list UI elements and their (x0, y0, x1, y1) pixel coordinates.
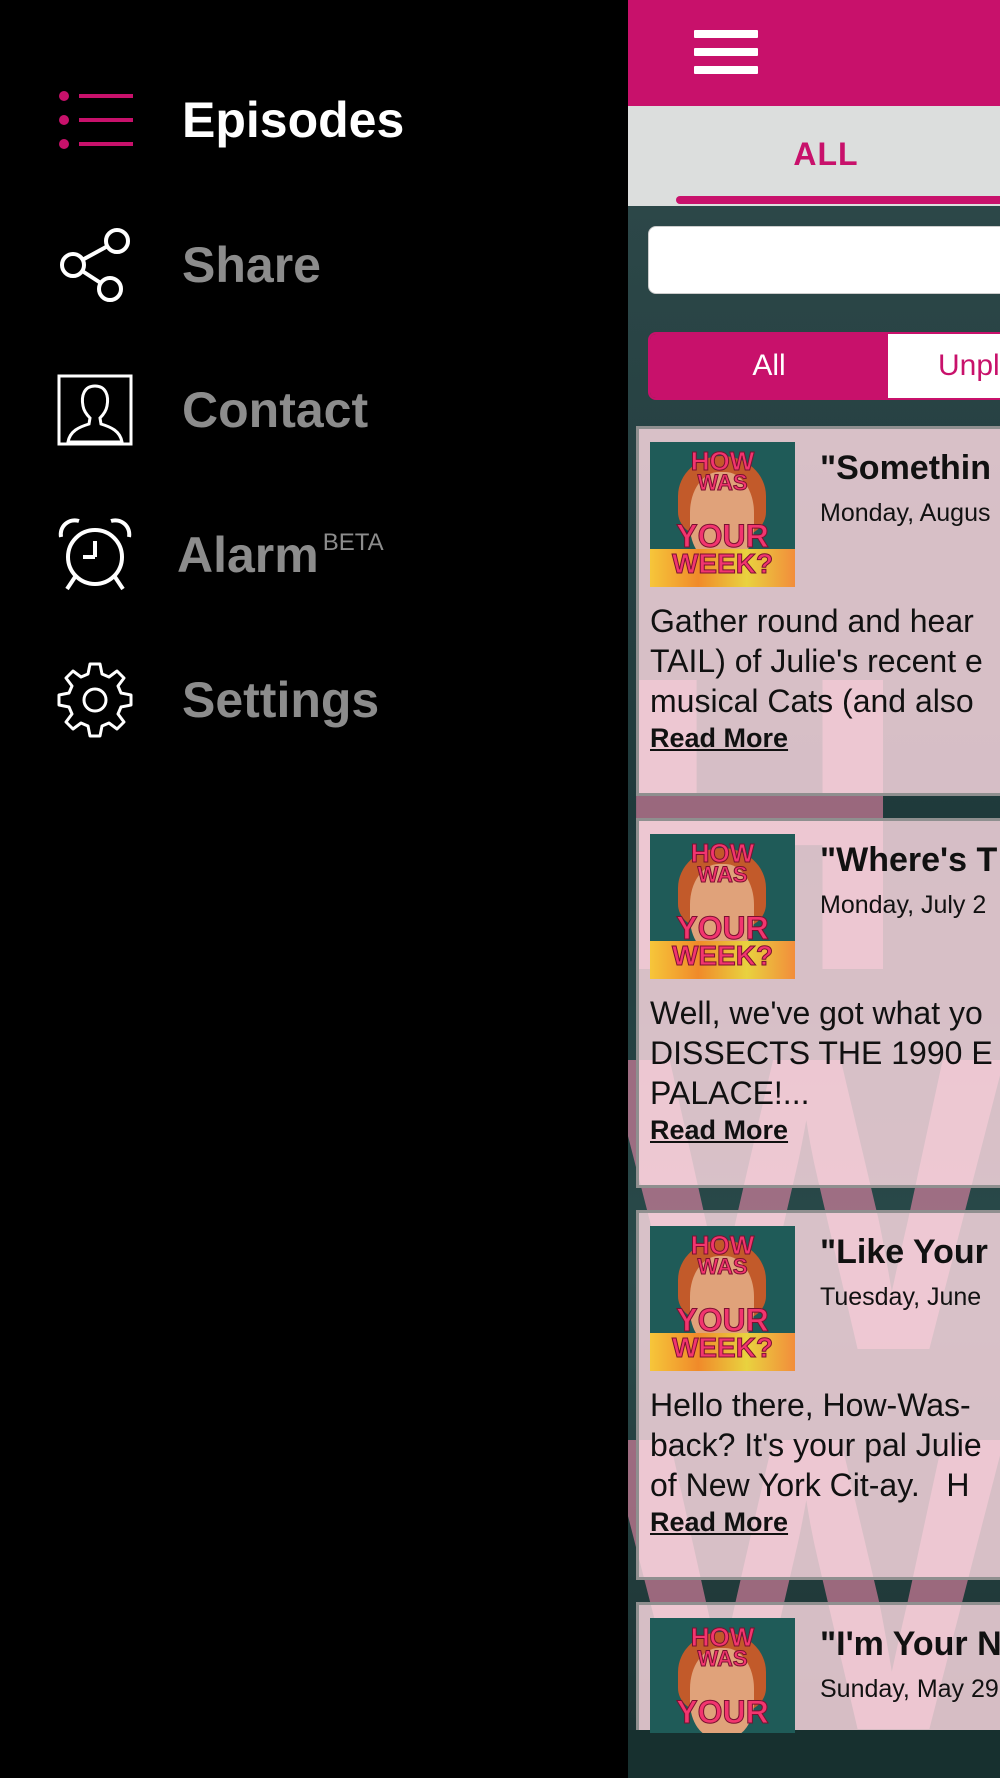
hamburger-icon[interactable] (694, 30, 758, 74)
drawer-item-label: Settings (182, 672, 380, 728)
list-icon (55, 75, 135, 165)
episode-card[interactable]: HOW WAS YOUR WEEK? "Somethin Monday, Aug… (636, 426, 1000, 796)
episode-date: Sunday, May 29 (820, 1675, 999, 1703)
episode-description: Well, we've got what yo DISSECTS THE 199… (650, 995, 993, 1111)
read-more-link[interactable]: Read More (650, 1507, 788, 1538)
top-app-bar (628, 0, 1000, 106)
artwork-text: WAS (697, 1254, 748, 1280)
artwork-text: WEEK? (671, 1332, 774, 1364)
drawer-item-label: Contact (182, 382, 369, 438)
artwork-text: WAS (697, 862, 748, 888)
drawer-item-contact[interactable]: Contact (55, 365, 615, 455)
navigation-drawer: Episodes Share Contact Alarm BETA Settin… (0, 0, 628, 1778)
read-more-link[interactable]: Read More (650, 1115, 788, 1146)
drawer-item-settings[interactable]: Settings (55, 655, 615, 745)
contact-icon (55, 365, 135, 455)
beta-badge: BETA (322, 529, 384, 556)
tab-all[interactable]: ALL (676, 136, 976, 173)
drawer-item-episodes[interactable]: Episodes (55, 75, 615, 165)
alarm-clock-icon (55, 510, 135, 600)
alarm-label-text: Alarm (177, 527, 319, 583)
filter-segmented-control: All Unpl (648, 332, 1000, 400)
drawer-item-label: Episodes (182, 92, 405, 148)
drawer-item-label: Alarm BETA (177, 526, 384, 584)
episode-title: "I'm Your N (820, 1625, 1000, 1663)
artwork-text: WAS (697, 470, 748, 496)
episode-artwork: HOW WAS YOUR (650, 1618, 795, 1733)
episode-artwork: HOW WAS YOUR WEEK? (650, 442, 795, 587)
drawer-item-label: Share (182, 237, 321, 293)
filter-all-button[interactable]: All (650, 334, 888, 398)
episode-artwork: HOW WAS YOUR WEEK? (650, 1226, 795, 1371)
share-icon (55, 220, 135, 310)
read-more-link[interactable]: Read More (650, 723, 788, 754)
artwork-text: WAS (697, 1646, 748, 1672)
episode-description: Gather round and hear TAIL) of Julie's r… (650, 603, 983, 719)
episode-card[interactable]: HOW WAS YOUR WEEK? "Where's T Monday, Ju… (636, 818, 1000, 1188)
episodes-screen: HWW ALL All Unpl HOW WAS YOUR WEEK? "Som… (628, 0, 1000, 1778)
episode-description: Hello there, How-Was- back? It's your pa… (650, 1387, 982, 1503)
episode-artwork: HOW WAS YOUR WEEK? (650, 834, 795, 979)
artwork-text: WEEK? (671, 548, 774, 580)
episode-card[interactable]: HOW WAS YOUR "I'm Your N Sunday, May 29 (636, 1602, 1000, 1733)
gear-icon (55, 655, 135, 745)
episode-date: Tuesday, June (820, 1283, 982, 1311)
episode-date: Monday, July 2 (820, 891, 987, 919)
tab-active-indicator (676, 196, 1000, 204)
filter-unplayed-button[interactable]: Unpl (888, 334, 1000, 398)
episode-title: "Where's T (820, 841, 998, 879)
episode-card[interactable]: HOW WAS YOUR WEEK? "Like Your Tuesday, J… (636, 1210, 1000, 1580)
artwork-text: WEEK? (671, 940, 774, 972)
episode-date: Monday, Augus (820, 499, 991, 527)
tab-bar: ALL (628, 106, 1000, 206)
episode-title: "Somethin (820, 449, 992, 487)
drawer-item-alarm[interactable]: Alarm BETA (55, 510, 615, 600)
episode-title: "Like Your (820, 1233, 988, 1271)
drawer-item-share[interactable]: Share (55, 220, 615, 310)
artwork-text: YOUR (676, 1694, 769, 1731)
search-input[interactable] (648, 226, 1000, 294)
